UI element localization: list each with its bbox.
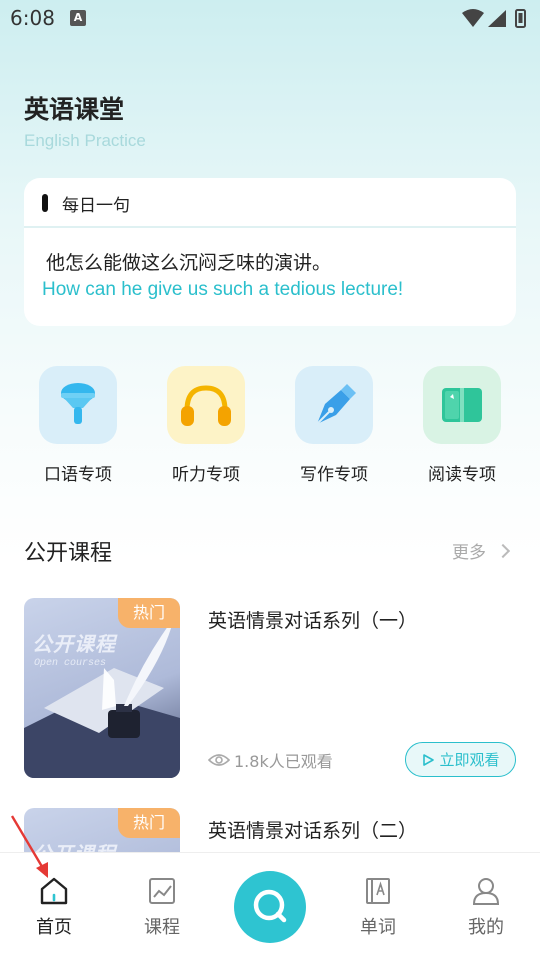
page-subtitle: English Practice <box>24 131 146 150</box>
eye-icon <box>208 754 230 766</box>
thumbnail-subtitle: Open courses <box>34 658 107 669</box>
chevron-right-icon <box>495 543 511 558</box>
hot-badge: 热门 <box>118 598 180 628</box>
course-thumbnail[interactable]: 公开课程 Open courses 热门 <box>24 598 180 778</box>
dictionary-icon <box>366 878 390 904</box>
nav-vocabulary-label: 单词 <box>360 917 396 938</box>
course-card[interactable]: 公开课程 Open courses 热门 英语情景对话系列（一） 1.8k人已观… <box>24 598 516 778</box>
category-label: 写作专项 <box>300 465 368 485</box>
daily-card-header: 每日一句 <box>24 178 516 228</box>
pen-nib-icon <box>316 384 356 425</box>
page-title: 英语课堂 <box>24 95 125 124</box>
nav-profile[interactable]: 我的 <box>446 875 526 939</box>
nav-vocabulary[interactable]: 单词 <box>338 875 418 939</box>
status-bar: 6:08 A <box>0 0 540 36</box>
course-title[interactable]: 英语情景对话系列（二） <box>208 816 417 843</box>
headphones-icon <box>181 385 231 426</box>
more-label: 更多 <box>452 543 486 563</box>
search-button[interactable] <box>234 871 306 943</box>
category-listening[interactable]: 听力专项 <box>156 366 256 485</box>
views-count: 1.8k人已观看 <box>234 752 333 771</box>
category-tile <box>39 366 117 444</box>
category-reading[interactable]: 阅读专项 <box>412 366 512 485</box>
category-tile <box>423 366 501 444</box>
play-icon <box>423 753 435 766</box>
microphone-icon <box>61 383 95 424</box>
daily-sentence-english: How can he give us such a tedious lectur… <box>42 279 404 300</box>
category-writing[interactable]: 写作专项 <box>284 366 384 485</box>
nav-courses-label: 课程 <box>144 917 180 938</box>
thumbnail-title: 公开课程 <box>32 632 116 656</box>
nav-profile-label: 我的 <box>468 917 504 938</box>
bottom-nav: 首页 课程 单词 我的 <box>0 852 540 960</box>
daily-sentence-card[interactable]: 每日一句 他怎么能做这么沉闷乏味的演讲。 How can he give us … <box>24 178 516 326</box>
book-icon <box>442 388 482 422</box>
annotation-arrow-icon <box>10 815 48 878</box>
nav-home[interactable]: 首页 <box>14 875 94 939</box>
course-title[interactable]: 英语情景对话系列（一） <box>208 606 417 633</box>
wifi-icon <box>462 9 484 27</box>
category-label: 阅读专项 <box>428 465 496 485</box>
category-speaking[interactable]: 口语专项 <box>28 366 128 485</box>
watch-now-label: 立即观看 <box>439 751 500 769</box>
more-link[interactable]: 更多 <box>452 538 511 563</box>
daily-sentence-chinese: 他怎么能做这么沉闷乏味的演讲。 <box>46 252 332 274</box>
daily-label: 每日一句 <box>62 196 130 216</box>
hot-badge: 热门 <box>118 808 180 838</box>
section-title: 公开课程 <box>24 541 113 566</box>
status-time: 6:08 <box>10 6 55 30</box>
profile-icon <box>472 878 500 905</box>
category-tile <box>295 366 373 444</box>
nav-courses[interactable]: 课程 <box>122 875 202 939</box>
search-icon <box>253 889 287 923</box>
course-views: 1.8k人已观看 <box>208 748 333 772</box>
notification-icon: A <box>70 10 86 26</box>
watch-now-button[interactable]: 立即观看 <box>405 742 516 777</box>
category-label: 口语专项 <box>44 465 112 485</box>
daily-marker <box>42 194 48 212</box>
category-tile <box>167 366 245 444</box>
category-label: 听力专项 <box>172 465 240 485</box>
chart-icon <box>149 878 175 904</box>
signal-icon <box>488 10 506 27</box>
status-icons <box>462 9 526 28</box>
nav-home-label: 首页 <box>36 917 72 938</box>
